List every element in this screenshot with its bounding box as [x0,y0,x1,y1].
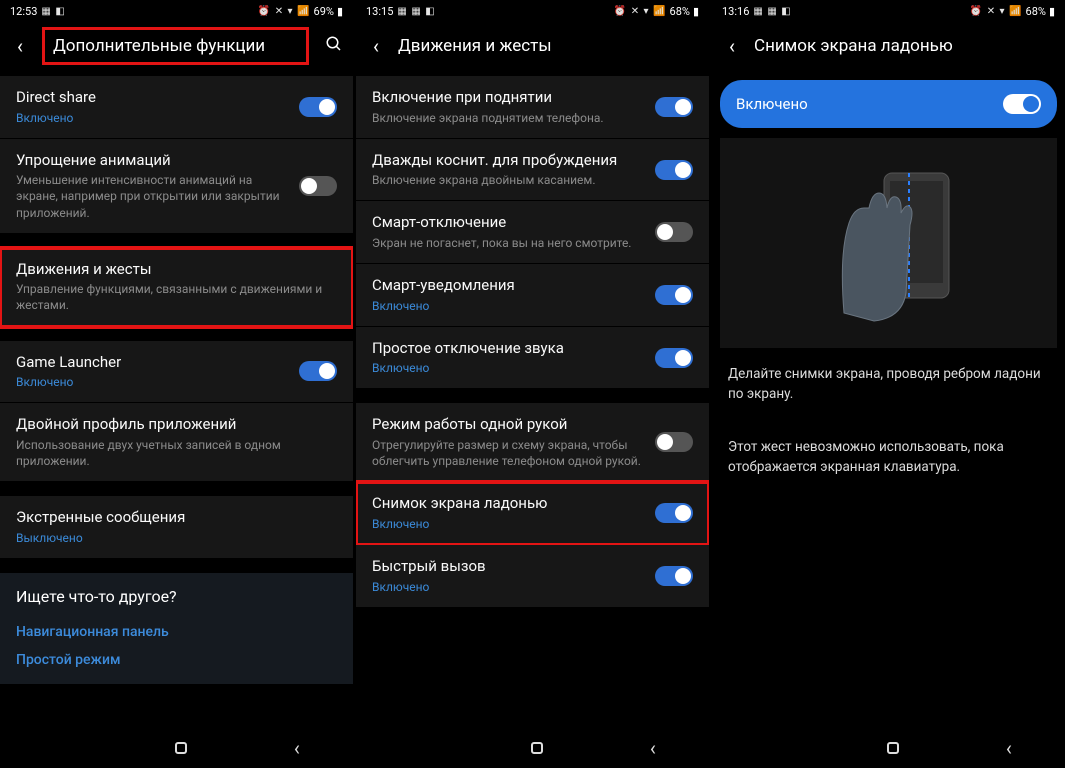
status-bar: 12:53 ▦ ◧ ⏰ ✕ ▾ 📶69%▮ [0,0,353,22]
nav-home-icon[interactable] [175,742,187,754]
master-toggle-bar[interactable]: Включено [720,80,1057,128]
nav-home-icon[interactable] [531,742,543,754]
nav-bar: ‹ [712,728,1065,768]
item-direct-call[interactable]: Быстрый вызовВключено [356,545,709,608]
content: Включено Делайте снимки экрана, проводя … [712,70,1065,728]
status-time: 13:15 [366,5,393,18]
screen-motions-gestures: 13:15▦ ▦ ◧ ⏰ ✕ ▾ 📶68%▮ ‹ Движения и жест… [356,0,709,768]
status-time: 12:53 [10,5,37,18]
toggle-direct-call[interactable] [655,566,693,586]
item-one-hand-mode[interactable]: Режим работы одной рукойОтрегулируйте ра… [356,403,709,482]
back-icon[interactable]: ‹ [10,34,30,58]
nav-back-icon[interactable]: ‹ [1006,736,1012,760]
status-icons-right: ⏰ ✕ ▾ 📶 [258,6,311,17]
item-direct-share[interactable]: Direct share Включено [0,76,353,139]
suggestion-link-nav[interactable]: Навигационная панель [16,618,337,646]
toggle-palm-swipe[interactable] [655,503,693,523]
app-bar: ‹ Движения и жесты [356,22,709,70]
toggle-smart-alert[interactable] [655,285,693,305]
master-toggle[interactable] [1003,94,1041,114]
item-motions-gestures[interactable]: Движения и жесты Управление функциями, с… [0,248,353,327]
item-dual-messenger[interactable]: Двойной профиль приложений Использование… [0,403,353,482]
nav-recents-icon[interactable] [765,747,781,749]
toggle-direct-share[interactable] [299,97,337,117]
app-bar: ‹ Снимок экрана ладонью [712,22,1065,70]
toggle-one-hand[interactable] [655,432,693,452]
status-bar: 13:16▦ ▦ ◧ ⏰ ✕ ▾ 📶68%▮ [712,0,1065,22]
suggestion-link-easy[interactable]: Простой режим [16,646,337,674]
item-smart-stay[interactable]: Смарт-отключениеЭкран не погаснет, пока … [356,201,709,264]
back-icon[interactable]: ‹ [366,34,386,58]
battery-icon: ▮ [337,5,343,18]
search-icon[interactable] [325,35,343,58]
status-battery: 68% [1026,5,1046,18]
screen-advanced-features: 12:53 ▦ ◧ ⏰ ✕ ▾ 📶69%▮ ‹ Дополнительные фу… [0,0,353,768]
status-battery: 68% [670,5,690,18]
item-smart-alert[interactable]: Смарт-уведомленияВключено [356,264,709,327]
master-toggle-label: Включено [736,95,1003,113]
palm-swipe-illustration [720,138,1057,348]
page-title: Снимок экрана ладонью [754,36,1055,56]
suggestion-box: Ищете что-то другое? Навигационная панел… [0,573,353,684]
item-easy-mute[interactable]: Простое отключение звукаВключено [356,327,709,390]
page-title: Дополнительные функции [42,27,309,65]
toggle-reduce-animations[interactable] [299,176,337,196]
nav-back-icon[interactable]: ‹ [294,736,300,760]
item-sos-messages[interactable]: Экстренные сообщения Выключено [0,496,353,559]
app-bar: ‹ Дополнительные функции [0,22,353,70]
toggle-lift-to-wake[interactable] [655,97,693,117]
nav-recents-icon[interactable] [53,747,69,749]
item-palm-swipe-capture[interactable]: Снимок экрана ладоньюВключено [356,482,709,545]
screen-palm-swipe: 13:16▦ ▦ ◧ ⏰ ✕ ▾ 📶68%▮ ‹ Снимок экрана л… [712,0,1065,768]
item-lift-to-wake[interactable]: Включение при поднятииВключение экрана п… [356,76,709,139]
toggle-easy-mute[interactable] [655,348,693,368]
status-icons-left: ▦ ◧ [41,6,65,17]
toggle-smart-stay[interactable] [655,222,693,242]
nav-bar: ‹ [356,728,709,768]
suggestion-title: Ищете что-то другое? [16,587,337,606]
toggle-game-launcher[interactable] [299,361,337,381]
item-double-tap-wake[interactable]: Дважды коснит. для пробужденияВключение … [356,139,709,202]
status-time: 13:16 [722,5,749,18]
status-bar: 13:15▦ ▦ ◧ ⏰ ✕ ▾ 📶68%▮ [356,0,709,22]
nav-home-icon[interactable] [887,742,899,754]
help-text-2: Этот жест невозможно использовать, пока … [712,421,1065,494]
item-reduce-animations[interactable]: Упрощение анимаций Уменьшение интенсивно… [0,139,353,234]
nav-recents-icon[interactable] [409,747,425,749]
toggle-double-tap[interactable] [655,160,693,180]
help-text-1: Делайте снимки экрана, проводя ребром ла… [712,348,1065,421]
settings-list: Direct share Включено Упрощение анимаций… [0,70,353,728]
settings-list: Включение при поднятииВключение экрана п… [356,70,709,728]
nav-back-icon[interactable]: ‹ [650,736,656,760]
nav-bar: ‹ [0,728,353,768]
page-title: Движения и жесты [398,36,699,56]
status-battery: 69% [314,5,334,18]
back-icon[interactable]: ‹ [722,34,742,58]
item-game-launcher[interactable]: Game Launcher Включено [0,341,353,404]
